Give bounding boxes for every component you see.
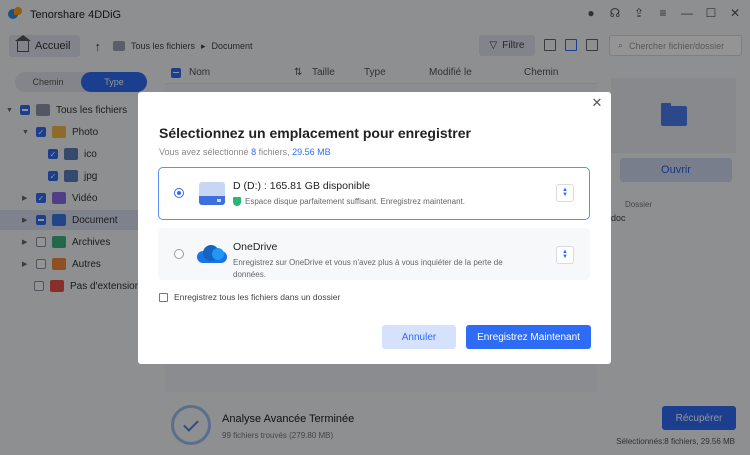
onedrive-select-stepper[interactable]: ▲ ▼ [556,246,574,264]
dialog-title: Sélectionnez un emplacement pour enregis… [159,125,471,141]
dialog-subtitle: Vous avez sélectionné 8 fichiers, 29.56 … [159,147,331,157]
selected-size: 29.56 MB [292,147,331,157]
onedrive-cloud-icon [197,242,227,266]
onedrive-note: Enregistrez sur OneDrive et vous n'avez … [233,258,503,279]
save-now-button[interactable]: Enregistrez Maintenant [466,325,591,349]
option-onedrive[interactable]: OneDrive Enregistrez sur OneDrive et vou… [158,228,590,280]
drive-note-text: Espace disque parfaitement suffisant. En… [245,197,465,206]
close-icon[interactable]: ✕ [590,95,604,110]
save-all-label: Enregistrez tous les fichiers dans un do… [174,292,341,302]
drive-select-stepper[interactable]: ▲ ▼ [556,184,574,202]
radio-onedrive[interactable] [174,249,184,259]
onedrive-title: OneDrive [233,241,278,253]
subtitle-prefix: Vous avez sélectionné [159,147,249,157]
save-all-checkbox[interactable] [159,292,168,302]
save-location-dialog: ✕ Sélectionnez un emplacement pour enreg… [138,92,611,364]
cancel-button[interactable]: Annuler [382,325,456,349]
subtitle-mid: fichiers, [256,147,290,157]
drive-note: Espace disque parfaitement suffisant. En… [233,197,465,206]
radio-local-drive[interactable] [174,188,184,198]
hard-drive-icon [199,182,225,206]
drive-title: D (D:) : 165.81 GB disponible [233,180,371,192]
shield-check-icon [233,197,241,206]
option-local-drive[interactable]: D (D:) : 165.81 GB disponible Espace dis… [158,167,590,220]
save-all-one-folder-option[interactable]: Enregistrez tous les fichiers dans un do… [159,292,340,302]
